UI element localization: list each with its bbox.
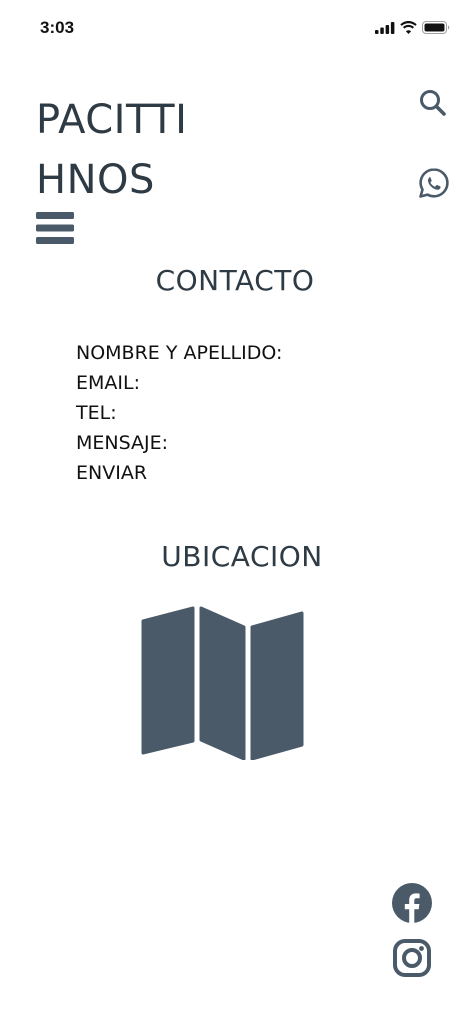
name-field[interactable]: NOMBRE Y APELLIDO:	[76, 338, 282, 368]
map-icon	[140, 606, 305, 764]
status-icons	[375, 19, 450, 38]
whatsapp-icon	[417, 166, 451, 204]
menu-icon	[36, 210, 74, 250]
facebook-link[interactable]	[391, 882, 433, 928]
message-field[interactable]: MENSAJE:	[76, 428, 282, 458]
battery-icon	[422, 19, 450, 38]
whatsapp-button[interactable]	[416, 167, 452, 203]
brand-name-line-2: HNOS	[36, 157, 155, 203]
instagram-link[interactable]	[392, 938, 432, 982]
contact-form: NOMBRE Y APELLIDO: EMAIL: TEL: MENSAJE: …	[76, 338, 282, 488]
menu-button[interactable]	[36, 212, 74, 248]
brand-name-line-1: PACITTI	[36, 97, 188, 143]
phone-field[interactable]: TEL:	[76, 398, 282, 428]
email-field[interactable]: EMAIL:	[76, 368, 282, 398]
submit-button[interactable]: ENVIAR	[76, 458, 282, 488]
location-map[interactable]	[140, 605, 305, 761]
location-title: UBICACION	[161, 540, 323, 573]
search-icon	[418, 88, 448, 122]
wifi-icon	[400, 19, 417, 38]
search-button[interactable]	[416, 88, 450, 122]
facebook-icon	[391, 882, 433, 928]
contact-title: CONTACTO	[155, 264, 315, 297]
signal-icon	[375, 19, 395, 38]
instagram-icon	[392, 938, 432, 982]
status-time: 3:03	[40, 18, 75, 37]
